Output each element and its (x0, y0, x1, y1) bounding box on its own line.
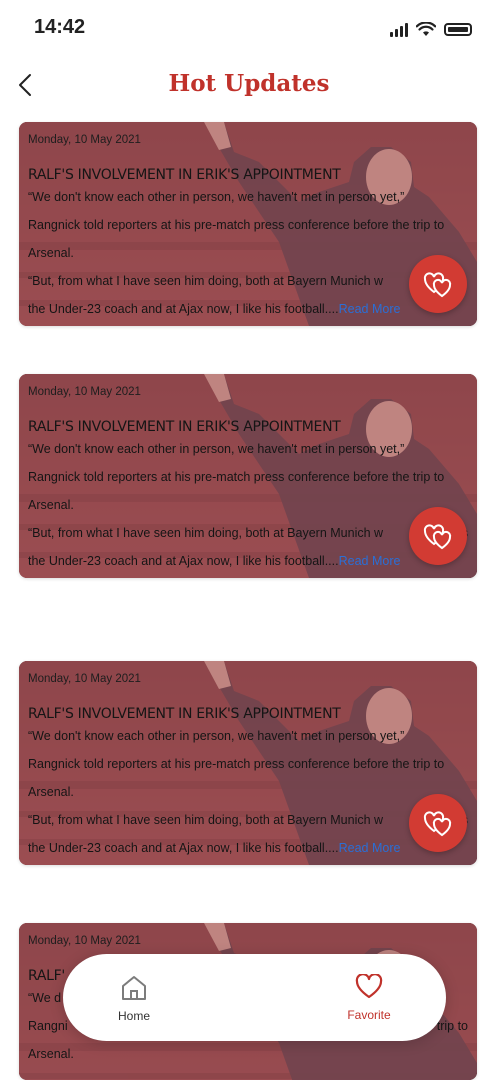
status-icons (390, 22, 472, 37)
page-title: Hot Updates (168, 70, 330, 97)
card-body-line: “We don't know each other in person, we … (28, 190, 405, 204)
card-body-line: Rangnick told reporters at his pre-match… (28, 757, 445, 771)
card-body-line: the Under-23 coach and at Ajax now, I li… (28, 302, 400, 316)
favorite-button[interactable] (409, 507, 467, 565)
battery-icon (444, 23, 472, 36)
card-body-line: Arsenal. (28, 785, 74, 799)
card-body-line: Arsenal. (28, 246, 74, 260)
hearts-icon (423, 524, 452, 550)
card-date: Monday, 10 May 2021 (28, 134, 141, 146)
card-body-line: “We d (28, 991, 62, 1005)
favorite-button[interactable] (409, 794, 467, 852)
read-more-link[interactable]: Read More (339, 302, 401, 316)
card-body-text: the Under-23 coach and at Ajax now, I li… (28, 302, 339, 316)
card-body-text: the Under-23 coach and at Ajax now, I li… (28, 841, 339, 855)
card-body-line: Arsenal. (28, 1047, 74, 1061)
card-headline: RALF'S INVOLVEMENT IN ERIK'S APPOINTMENT (28, 167, 341, 183)
card-body-line: “But, from what I have seen him doing, b… (28, 274, 384, 288)
card-body-line: “We don't know each other in person, we … (28, 729, 405, 743)
card-body-line: the Under-23 coach and at Ajax now, I li… (28, 554, 400, 568)
card-body-line: Arsenal. (28, 498, 74, 512)
card-date: Monday, 10 May 2021 (28, 386, 141, 398)
nav-label-favorite: Favorite (347, 1008, 391, 1022)
news-card[interactable]: Monday, 10 May 2021 RALF'S INVOLVEMENT IN… (19, 661, 477, 865)
news-card[interactable]: Monday, 10 May 2021 RALF'S INVOLVEMENT IN… (19, 374, 477, 578)
nav-item-home[interactable]: Home (89, 974, 179, 1023)
heart-icon (355, 974, 383, 999)
card-date: Monday, 10 May 2021 (28, 935, 141, 947)
news-card[interactable]: Monday, 10 May 2021 RALF'S INVOLVEMENT IN… (19, 122, 477, 326)
nav-item-favorite[interactable]: Favorite (324, 974, 414, 1022)
card-date: Monday, 10 May 2021 (28, 673, 141, 685)
card-body-line: “We don't know each other in person, we … (28, 442, 405, 456)
nav-label-home: Home (117, 1009, 150, 1023)
card-headline: RALF' (28, 968, 65, 984)
hearts-icon (423, 272, 452, 298)
status-time: 14:42 (34, 16, 86, 38)
bottom-nav: Home Favorite (63, 954, 446, 1041)
status-bar: 14:42 (0, 0, 498, 60)
wifi-icon (416, 22, 436, 36)
read-more-link[interactable]: Read More (339, 841, 401, 855)
signal-icon (390, 22, 408, 37)
card-body-line: the Under-23 coach and at Ajax now, I li… (28, 841, 400, 855)
card-body-line: “But, from what I have seen him doing, b… (28, 526, 384, 540)
card-headline: RALF'S INVOLVEMENT IN ERIK'S APPOINTMENT (28, 419, 341, 435)
card-headline: RALF'S INVOLVEMENT IN ERIK'S APPOINTMENT (28, 706, 341, 722)
read-more-link[interactable]: Read More (339, 554, 401, 568)
card-body-line: Rangni (28, 1019, 68, 1033)
card-body-line: “But, from what I have seen him doing, b… (28, 813, 384, 827)
header: Hot Updates (0, 62, 498, 108)
hearts-icon (423, 811, 452, 837)
home-icon (122, 976, 146, 1000)
card-body-line: Rangnick told reporters at his pre-match… (28, 470, 445, 484)
favorite-button[interactable] (409, 255, 467, 313)
card-body-text: the Under-23 coach and at Ajax now, I li… (28, 554, 339, 568)
card-body-line: Rangnick told reporters at his pre-match… (28, 218, 445, 232)
card-body-line-tail: trip to (436, 1019, 468, 1033)
